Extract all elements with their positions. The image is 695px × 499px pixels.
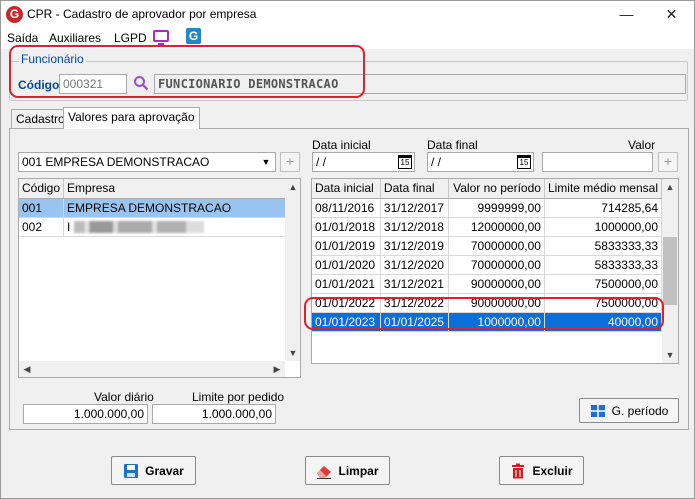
- periodo-vscroll[interactable]: ▲ ▼: [662, 179, 678, 363]
- main-window: G CPR - Cadastro de aprovador por empres…: [0, 0, 695, 499]
- scroll-right-icon[interactable]: ▶: [269, 361, 285, 377]
- col-valor-periodo[interactable]: Valor no período: [448, 179, 545, 199]
- data-inicial-value: / /: [316, 155, 327, 169]
- cell-empresa: EMPRESA DEMONSTRACAO: [63, 198, 286, 218]
- app-logo-icon: G: [6, 6, 23, 23]
- cell-limite: 5833333,33: [544, 236, 663, 256]
- grid-icon: [590, 403, 606, 419]
- cell-fim: 31/12/2021: [380, 274, 450, 294]
- chevron-down-icon[interactable]: ▼: [258, 154, 274, 170]
- cell-limite: 7500000,00: [544, 274, 663, 294]
- tab-valores-label: Valores para aprovação: [68, 110, 195, 124]
- col-data-final[interactable]: Data final: [380, 179, 450, 199]
- cell-fim: 31/12/2019: [380, 236, 450, 256]
- menu-auxiliares[interactable]: Auxiliares: [49, 31, 101, 45]
- valor-diario-label: Valor diário: [94, 390, 154, 404]
- limpar-label: Limpar: [338, 463, 379, 478]
- monitor-icon[interactable]: [153, 30, 169, 45]
- col-limite-mensal[interactable]: Limite médio mensal: [544, 179, 663, 199]
- cell-codigo: 001: [19, 198, 65, 218]
- data-inicial-label: Data inicial: [312, 138, 371, 152]
- data-final-value: / /: [431, 155, 442, 169]
- cell-fim: 31/12/2018: [380, 217, 450, 237]
- empresa-grid: Código Empresa 001 EMPRESA DEMONSTRACAO …: [18, 178, 301, 378]
- scroll-up-icon[interactable]: ▲: [662, 179, 678, 195]
- add-empresa-button[interactable]: +: [280, 152, 300, 172]
- table-row[interactable]: 08/11/2016 31/12/2017 9999999,00 714285,…: [312, 198, 663, 218]
- table-row[interactable]: 01/01/2020 31/12/2020 70000000,00 583333…: [312, 255, 663, 275]
- cell-inicio: 08/11/2016: [312, 198, 381, 218]
- g-periodo-button[interactable]: G. período: [579, 398, 679, 423]
- limite-pedido-label: Limite por pedido: [192, 390, 285, 404]
- title-bar: G CPR - Cadastro de aprovador por empres…: [1, 1, 694, 29]
- g-app-icon[interactable]: G: [186, 28, 201, 44]
- valor-label: Valor: [628, 138, 656, 152]
- data-final-input[interactable]: / / 15: [427, 152, 534, 172]
- empresa-select[interactable]: 001 EMPRESA DEMONSTRACAO ▼: [18, 152, 276, 172]
- scroll-thumb[interactable]: [663, 237, 677, 305]
- table-row[interactable]: 01/01/2019 31/12/2019 70000000,00 583333…: [312, 236, 663, 256]
- scroll-down-icon[interactable]: ▼: [662, 347, 678, 363]
- excluir-label: Excluir: [532, 463, 573, 478]
- empresa-select-value: 001 EMPRESA DEMONSTRACAO: [22, 155, 210, 169]
- cell-fim: 31/12/2017: [380, 198, 450, 218]
- data-final-label: Data final: [427, 138, 478, 152]
- g-periodo-label: G. período: [611, 403, 669, 418]
- cell-valor: 70000000,00: [448, 255, 545, 275]
- tab-cadastro[interactable]: Cadastro: [11, 109, 70, 129]
- scroll-left-icon[interactable]: ◀: [19, 361, 35, 377]
- gravar-button[interactable]: Gravar: [111, 456, 196, 485]
- table-row[interactable]: 01/01/2021 31/12/2021 90000000,00 750000…: [312, 274, 663, 294]
- cell-inicio: 01/01/2019: [312, 236, 381, 256]
- scroll-down-icon[interactable]: ▼: [285, 345, 300, 361]
- table-row[interactable]: 002 I: [19, 217, 286, 237]
- cell-inicio: 01/01/2021: [312, 274, 381, 294]
- tab-cadastro-label: Cadastro: [16, 112, 65, 126]
- cell-valor: 70000000,00: [448, 236, 545, 256]
- col-empresa[interactable]: Empresa: [63, 179, 286, 199]
- table-row[interactable]: 001 EMPRESA DEMONSTRACAO: [19, 198, 286, 218]
- empresa-hscroll[interactable]: ◀ ▶: [19, 361, 285, 377]
- selected-row-highlight: [304, 297, 664, 330]
- cell-empresa-text: I: [67, 219, 71, 234]
- cell-codigo: 002: [19, 217, 65, 237]
- cell-limite: 1000000,00: [544, 217, 663, 237]
- data-inicial-input[interactable]: / / 15: [312, 152, 415, 172]
- cell-limite: 5833333,33: [544, 255, 663, 275]
- minimize-button[interactable]: —: [604, 1, 649, 29]
- calendar-icon[interactable]: 15: [398, 155, 412, 169]
- eraser-icon: [316, 463, 332, 479]
- cell-valor: 12000000,00: [448, 217, 545, 237]
- redacted-text: [73, 221, 204, 234]
- save-icon: [123, 463, 139, 479]
- col-data-inicial[interactable]: Data inicial: [312, 179, 381, 199]
- table-row[interactable]: 01/01/2018 31/12/2018 12000000,00 100000…: [312, 217, 663, 237]
- close-button[interactable]: ✕: [649, 1, 694, 29]
- limite-pedido-input[interactable]: 1.000.000,00: [152, 404, 276, 424]
- cell-limite: 714285,64: [544, 198, 663, 218]
- menu-lgpd[interactable]: LGPD: [114, 31, 147, 45]
- trash-icon: [510, 463, 526, 479]
- window-title: CPR - Cadastro de aprovador por empresa: [27, 7, 257, 21]
- cell-inicio: 01/01/2020: [312, 255, 381, 275]
- periodo-grid: Data inicial Data final Valor no período…: [311, 178, 679, 364]
- cell-empresa-blurred: I: [63, 217, 286, 237]
- add-periodo-button[interactable]: +: [658, 152, 678, 172]
- excluir-button[interactable]: Excluir: [499, 456, 584, 485]
- scroll-up-icon[interactable]: ▲: [285, 179, 300, 195]
- cell-valor: 9999999,00: [448, 198, 545, 218]
- tab-valores-aprovacao[interactable]: Valores para aprovação: [63, 107, 200, 129]
- funcionario-highlight: [9, 45, 365, 98]
- cell-inicio: 01/01/2018: [312, 217, 381, 237]
- calendar-icon[interactable]: 15: [517, 155, 531, 169]
- valor-input[interactable]: [542, 152, 653, 172]
- cell-valor: 90000000,00: [448, 274, 545, 294]
- empresa-vscroll[interactable]: ▲ ▼: [285, 179, 300, 361]
- valor-diario-input[interactable]: 1.000.000,00: [23, 404, 148, 424]
- col-codigo[interactable]: Código: [19, 179, 65, 199]
- menu-saida[interactable]: Saída: [7, 31, 38, 45]
- limpar-button[interactable]: Limpar: [305, 456, 390, 485]
- cell-fim: 31/12/2020: [380, 255, 450, 275]
- gravar-label: Gravar: [145, 463, 184, 478]
